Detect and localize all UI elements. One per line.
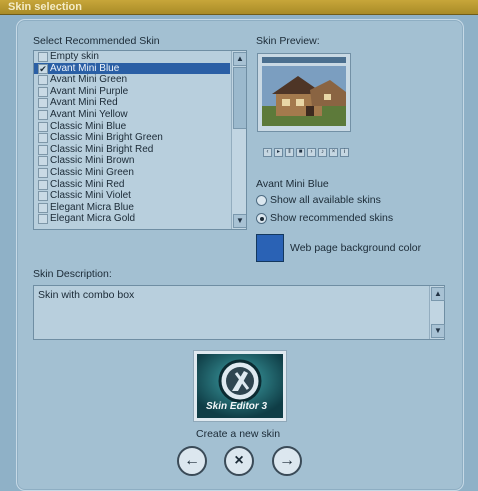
skin-list-item-label: Elegant Micra Gold [50,213,136,225]
skin-editor-logo-button[interactable]: Skin Editor 3 [193,350,287,422]
skin-list-item[interactable]: Avant Mini Purple [34,86,246,98]
arrow-left-icon: ← [184,452,200,469]
skin-list-item-label: Classic Mini Blue [50,120,127,132]
skin-list-item-label: Avant Mini Blue [50,62,120,74]
next-button[interactable]: → [272,446,302,476]
skin-list-item-label: Classic Mini Green [50,166,134,178]
skin-checkbox[interactable] [38,202,48,213]
skin-list-item[interactable]: Avant Mini Green [34,74,246,86]
skin-list-item-label: Classic Mini Bright Green [50,132,163,144]
skin-list-items: Empty skin ✔ Avant Mini Blue Avant Mini Gre… [34,51,246,225]
preview-skin-name: Avant Mini Blue [256,178,329,190]
skin-list-item-label: Classic Mini Violet [50,190,131,202]
description-textarea[interactable]: Skin with combo box ▲ ▼ [33,285,445,340]
volume-icon: ♪ [318,148,327,157]
skin-list-item-label: Empty skin [50,51,99,62]
window-title: Skin selection [8,1,82,13]
skin-list-item-label: Avant Mini Red [50,97,118,109]
skin-list-item[interactable]: Elegant Micra Gold [34,213,246,225]
skin-list-item[interactable]: Classic Mini Red [34,179,246,191]
skin-list-item-label: Avant Mini Yellow [50,108,128,120]
close-icon: × [234,452,244,469]
skin-list-item[interactable]: Classic Mini Bright Red [34,144,246,156]
skin-checkbox[interactable] [38,191,48,202]
skin-checkbox[interactable] [38,52,48,62]
skin-checkbox[interactable] [38,121,48,132]
info-icon: i [340,148,349,157]
list-scrollbar[interactable]: ▲ ▼ [231,51,246,229]
skin-checkbox[interactable] [38,98,48,109]
skin-checkbox[interactable]: ✔ [38,63,48,74]
preview-image [262,66,346,126]
skin-list-item[interactable]: Avant Mini Red [34,97,246,109]
cancel-button[interactable]: × [224,446,254,476]
skin-checkbox[interactable] [38,133,48,144]
preview-label: Skin Preview: [256,35,320,47]
skin-checkbox[interactable] [38,156,48,167]
radio-icon [256,213,267,224]
skin-list-item[interactable]: Elegant Micra Blue [34,202,246,214]
description-text: Skin with combo box [38,289,135,301]
skin-checkbox[interactable] [38,109,48,120]
description-label: Skin Description: [33,268,112,280]
scroll-thumb[interactable] [233,67,246,129]
scroll-up-icon[interactable]: ▲ [233,52,246,66]
background-color-label: Web page background color [290,242,422,254]
logo-title: Skin Editor 3 [206,401,268,412]
skin-list-item-label: Avant Mini Purple [50,85,129,97]
description-scrollbar[interactable]: ▲ ▼ [429,286,445,339]
skin-checkbox[interactable] [38,75,48,86]
skin-list-item[interactable]: Classic Mini Violet [34,190,246,202]
stop-icon: ■ [296,148,305,157]
skin-checkbox[interactable] [38,86,48,97]
skin-list-item[interactable]: Classic Mini Brown [34,155,246,167]
skin-list-item-label: Classic Mini Brown [50,155,135,167]
skin-checkbox[interactable] [38,179,48,190]
skin-checkbox[interactable] [38,167,48,178]
skin-list-item-label: Avant Mini Green [50,74,128,86]
show-all-skins-radio[interactable]: Show all available skins [256,194,381,207]
skin-list-item-label: Classic Mini Red [50,178,125,190]
prev-icon: ‹ [263,148,272,157]
show-recommended-label: Show recommended skins [270,212,394,224]
show-recommended-skins-radio[interactable]: Show recommended skins [256,212,393,225]
title-bar: Skin selection [0,0,478,15]
skin-list-item-label: Classic Mini Bright Red [50,143,154,155]
skin-list-item[interactable]: Classic Mini Green [34,167,246,179]
skin-list-item-label: Elegant Micra Blue [50,201,134,213]
skin-listbox[interactable]: Empty skin ✔ Avant Mini Blue Avant Mini Gre… [33,50,247,230]
skin-list-label: Select Recommended Skin [33,35,160,47]
skin-list-item[interactable]: Classic Mini Blue [34,121,246,133]
skin-list-item[interactable]: ✔ Avant Mini Blue [34,62,230,75]
skin-checkbox[interactable] [38,144,48,155]
mute-icon: × [329,148,338,157]
next-icon: › [307,148,316,157]
background-color-swatch[interactable] [256,234,284,262]
play-icon: ▸ [274,148,283,157]
back-button[interactable]: ← [177,446,207,476]
skin-list-item[interactable]: Classic Mini Bright Green [34,132,246,144]
preview-titlebar [262,57,346,63]
scroll-down-icon[interactable]: ▼ [233,214,246,228]
radio-icon [256,195,267,206]
skin-checkbox[interactable] [38,214,48,225]
skin-preview [257,53,351,132]
skin-list-item[interactable]: Avant Mini Yellow [34,109,246,121]
pause-icon: ‖ [285,148,294,157]
skin-list-item[interactable]: Empty skin [34,51,246,63]
arrow-right-icon: → [279,452,295,469]
create-skin-caption: Create a new skin [196,428,281,440]
scroll-down-icon[interactable]: ▼ [431,324,445,338]
show-all-label: Show all available skins [270,194,381,206]
preview-player-controls: ‹ ▸ ‖ ■ › ♪ × i [263,148,351,157]
scroll-up-icon[interactable]: ▲ [431,287,445,301]
